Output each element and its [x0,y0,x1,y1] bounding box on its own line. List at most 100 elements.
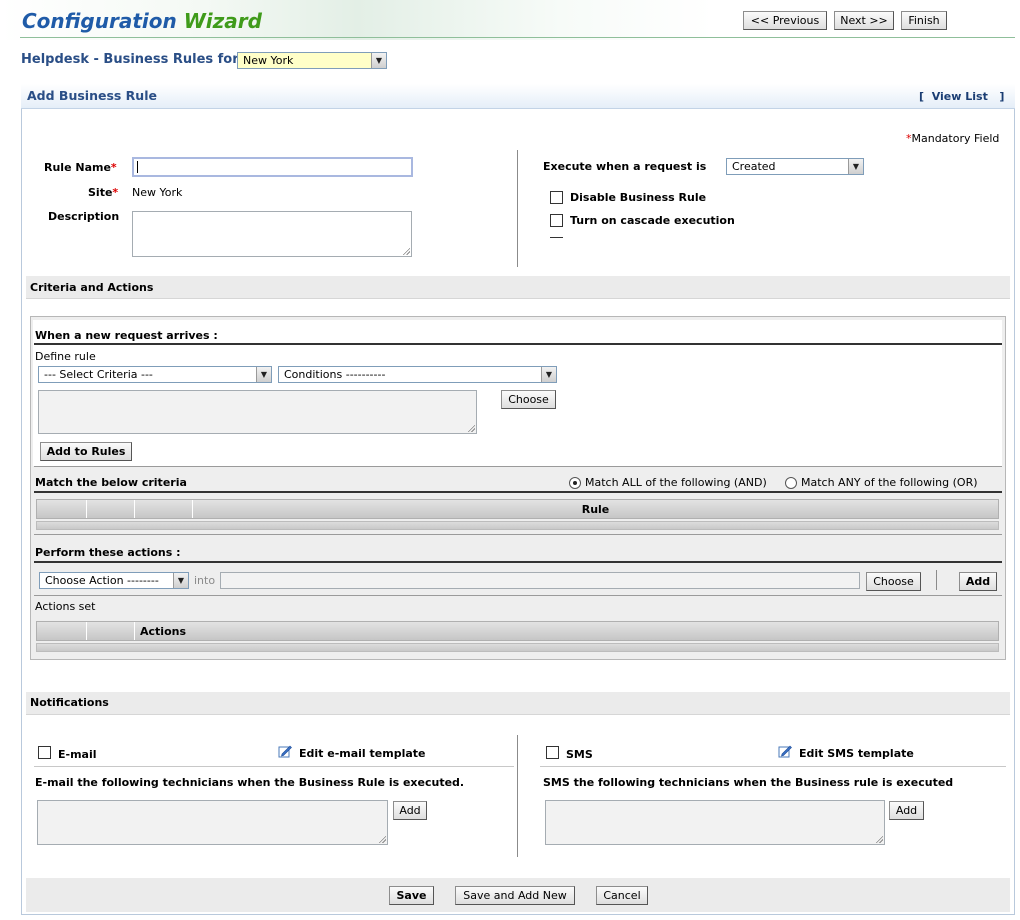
match-all-radio[interactable] [569,477,581,489]
chevron-down-icon: ▼ [848,159,863,174]
divider [34,343,1002,345]
email-description: E-mail the following technicians when th… [35,776,465,789]
sms-label: SMS [566,748,593,761]
previous-button[interactable]: << Previous [743,11,827,30]
execute-select-value: Created [732,160,776,173]
site-select[interactable]: New York ▼ [237,52,387,69]
site-select-value: New York [243,54,294,67]
page-title: Add Business Rule [27,88,157,103]
table-column [135,500,193,518]
criteria-section-title: Criteria and Actions [30,281,154,294]
new-request-title: When a new request arrives : [35,329,218,342]
actions-title: Perform these actions : [35,546,181,559]
edit-template-icon[interactable] [778,744,792,758]
email-add-button[interactable]: Add [393,801,427,820]
cascade-checkbox[interactable] [550,214,563,227]
add-rule-bar [21,84,1015,109]
cancel-button[interactable]: Cancel [596,886,648,905]
divider [34,534,1002,535]
required-star: * [110,161,117,174]
add-to-rules-button[interactable]: Add to Rules [40,442,132,461]
edit-template-icon[interactable] [278,744,292,758]
chevron-down-icon: ▼ [541,367,556,382]
rule-name-label-text: Rule Name [44,161,111,174]
actions-column-header: Actions [140,625,186,638]
site-value: New York [132,186,183,199]
notifications-section-title: Notifications [30,696,109,709]
next-button[interactable]: Next >> [834,11,894,30]
action-value-input[interactable] [220,572,860,589]
divider [540,766,1006,767]
column-divider [517,150,518,267]
bracket-close: ] [999,90,1005,103]
column-divider [517,735,518,857]
site-label: Site* [88,186,118,199]
table-column [87,622,135,640]
table-column [37,500,87,518]
description-label: Description [48,210,120,223]
disable-rule-checkbox[interactable] [550,191,563,204]
wizard-title-accent: Wizard [183,9,262,33]
choose-criteria-button[interactable]: Choose [501,390,556,409]
chevron-down-icon: ▼ [256,367,271,382]
column-divider [936,570,937,590]
sms-description: SMS the following technicians when the B… [543,776,954,789]
sms-add-button[interactable]: Add [889,801,924,820]
clipped-checkbox [550,237,563,238]
description-textarea[interactable] [132,211,412,257]
match-criteria-title: Match the below criteria [35,476,187,489]
view-list-label: View List [931,90,988,103]
edit-email-template-link[interactable]: Edit e-mail template [299,747,426,760]
email-technicians-textarea[interactable] [37,800,388,845]
divider [34,466,1002,467]
resize-grip-icon [875,835,883,843]
rules-table-body [36,521,999,530]
criteria-select-value: --- Select Criteria --- [44,368,153,381]
criteria-section-bar [26,276,1010,299]
email-label: E-mail [58,748,97,761]
mandatory-label: Mandatory Field [911,132,1000,145]
sms-technicians-textarea[interactable] [545,800,885,845]
rules-table-header: Rule [36,499,999,519]
disable-rule-label: Disable Business Rule [570,191,707,204]
rule-name-input[interactable] [132,157,413,177]
resize-grip-icon [378,835,386,843]
wizard-title-main: Configuration [22,9,177,33]
table-column [87,500,135,518]
conditions-select[interactable]: Conditions ---------- ▼ [278,366,557,383]
match-any-radio[interactable] [785,477,797,489]
table-column [37,622,87,640]
action-select-value: Choose Action -------- [45,574,159,587]
sms-checkbox[interactable] [546,746,559,759]
criteria-select[interactable]: --- Select Criteria --- ▼ [38,366,272,383]
rule-column-header: Rule [581,503,610,516]
choose-action-button[interactable]: Choose [866,572,921,591]
email-checkbox[interactable] [38,746,51,759]
actions-table-header: Actions [36,621,999,641]
match-all-label: Match ALL of the following (AND) [585,476,767,489]
save-and-add-new-button[interactable]: Save and Add New [455,886,575,905]
edit-sms-template-link[interactable]: Edit SMS template [799,747,914,760]
finish-button[interactable]: Finish [901,11,947,30]
site-label-text: Site [88,186,113,199]
wizard-title: Configuration Wizard [22,9,262,33]
mandatory-note: *Mandatory Field [906,132,999,145]
header-divider [20,37,1015,38]
rule-name-label: Rule Name* [44,161,117,174]
chevron-down-icon: ▼ [371,53,386,68]
conditions-select-value: Conditions ---------- [284,368,386,381]
chevron-down-icon: ▼ [173,573,188,588]
required-star: * [112,186,119,199]
execute-label: Execute when a request is [543,160,707,173]
actions-table-body [36,643,999,652]
save-button[interactable]: Save [389,886,434,905]
divider [34,595,1002,596]
execute-select[interactable]: Created ▼ [726,158,864,175]
add-action-button[interactable]: Add [959,572,997,591]
view-list-link[interactable]: [ View List ] [919,90,1004,103]
text-cursor [137,161,138,173]
action-select[interactable]: Choose Action -------- ▼ [39,572,189,589]
criteria-values-textarea[interactable] [38,390,477,434]
resize-grip-icon [402,247,410,255]
bracket-open: [ [919,90,925,103]
